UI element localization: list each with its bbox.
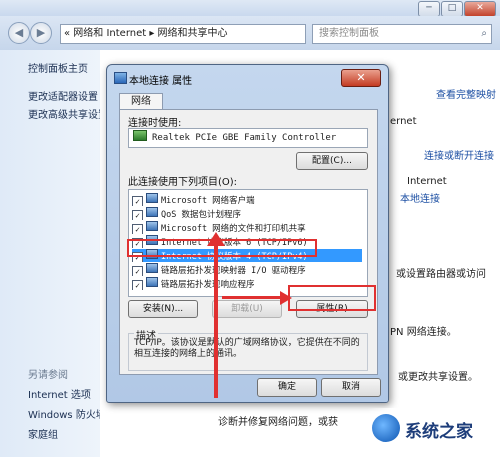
vpn-text: PN 网络连接。: [390, 327, 457, 338]
adapter-name: Realtek PCIe GBE Family Controller: [152, 133, 337, 143]
connect-disconnect-link[interactable]: 连接或断开连接: [424, 147, 494, 162]
item-label: QoS 数据包计划程序: [161, 210, 241, 220]
component-icon: [146, 221, 158, 231]
install-button[interactable]: 安装(N)...: [128, 300, 198, 318]
component-icon: [146, 263, 158, 273]
share-settings-text: 或更改共享设置。: [398, 372, 478, 383]
item-label: Microsoft 网络客户端: [161, 196, 255, 206]
full-map-link[interactable]: 查看完整映射: [436, 86, 496, 101]
cancel-button[interactable]: 取消: [321, 378, 381, 397]
sidebar-link-adapter[interactable]: 更改适配器设置: [28, 88, 98, 103]
item-label: Microsoft 网络的文件和打印机共享: [161, 224, 306, 234]
list-item[interactable]: ✓ QoS 数据包计划程序: [132, 207, 362, 220]
checkbox[interactable]: ✓: [132, 210, 143, 220]
list-item[interactable]: ✓ Microsoft 网络客户端: [132, 193, 362, 206]
item-label: 链路层拓扑发现响应程序: [161, 280, 255, 290]
address-toolbar: ◀ ▶ « 网络和 Internet ▸ 网络和共享中心 搜索控制面板 ⌕: [0, 16, 500, 50]
description-text: TCP/IP。该协议是默认的广域网络协议，它提供在不同的相互连接的网络上的通讯。: [134, 338, 360, 359]
local-connection-link[interactable]: 本地连接: [400, 190, 440, 205]
component-icon: [146, 277, 158, 287]
sidebar-link-sharing[interactable]: 更改高级共享设置: [28, 106, 108, 121]
sidebar: 控制面板主页 更改适配器设置 更改高级共享设置 另请参阅 Internet 选项…: [0, 50, 108, 457]
maximize-button[interactable]: □: [441, 1, 463, 17]
see-also-heading: 另请参阅: [28, 370, 68, 381]
breadcrumb[interactable]: « 网络和 Internet ▸ 网络和共享中心: [64, 28, 228, 39]
address-bar[interactable]: « 网络和 Internet ▸ 网络和共享中心: [60, 24, 306, 44]
component-icon: [146, 193, 158, 203]
checkbox[interactable]: ✓: [132, 224, 143, 234]
checkbox[interactable]: ✓: [132, 196, 143, 206]
back-button[interactable]: ◀: [8, 22, 30, 44]
local-connection-properties-dialog: 本地连接 属性 ✕ 网络 连接时使用: Realtek PCIe GBE Fam…: [106, 64, 389, 403]
search-placeholder: 搜索控制面板: [319, 28, 379, 39]
up-arrow-shaft: [214, 240, 218, 398]
checkbox[interactable]: ✓: [132, 280, 143, 290]
search-icon[interactable]: ⌕: [481, 25, 487, 43]
network-icon: [114, 72, 127, 84]
minimize-button[interactable]: ─: [418, 1, 440, 17]
configure-button[interactable]: 配置(C)...: [296, 152, 368, 170]
items-label: 此连接使用下列项目(O):: [128, 177, 238, 188]
list-item[interactable]: ✓ Microsoft 网络的文件和打印机共享: [132, 221, 362, 234]
ok-button[interactable]: 确定: [257, 378, 317, 397]
diagnose-text: 诊断并修复网络问题，或获: [218, 417, 338, 428]
internet-fragment: ernet: [390, 116, 417, 127]
dialog-close-button[interactable]: ✕: [341, 69, 381, 87]
see-also-firewall[interactable]: Windows 防火墙: [28, 406, 106, 421]
right-arrow-shaft: [222, 296, 284, 299]
properties-highlight-box: [288, 285, 376, 311]
router-text: 或设置路由器或访问: [396, 269, 486, 280]
uninstall-button[interactable]: 卸载(U): [212, 300, 282, 318]
tab-network[interactable]: 网络: [119, 93, 163, 110]
close-window-button[interactable]: ✕: [464, 1, 496, 17]
forward-button[interactable]: ▶: [30, 22, 52, 44]
item-label: 链路层拓扑发现映射器 I/O 驱动程序: [161, 266, 306, 276]
see-also-internet-options[interactable]: Internet 选项: [28, 386, 91, 401]
watermark-logo-icon: [372, 414, 400, 442]
component-icon: [146, 207, 158, 217]
list-item[interactable]: ✓ 链路层拓扑发现映射器 I/O 驱动程序: [132, 263, 362, 276]
connect-using-label: 连接时使用:: [128, 118, 182, 129]
checkbox[interactable]: ✓: [132, 266, 143, 276]
see-also-homegroup[interactable]: 家庭组: [28, 426, 58, 441]
watermark-brand: 系统之家: [405, 422, 473, 442]
right-arrow-icon: [280, 291, 292, 305]
access-type-value: Internet: [407, 176, 447, 187]
sidebar-home-link[interactable]: 控制面板主页: [28, 60, 88, 75]
nic-icon: [133, 130, 147, 141]
dialog-title: 本地连接 属性: [129, 76, 193, 87]
up-arrow-icon: [207, 232, 225, 246]
search-input[interactable]: 搜索控制面板 ⌕: [312, 24, 492, 44]
window-titlebar: ─ □ ✕: [0, 0, 500, 17]
adapter-field: Realtek PCIe GBE Family Controller: [128, 128, 368, 148]
